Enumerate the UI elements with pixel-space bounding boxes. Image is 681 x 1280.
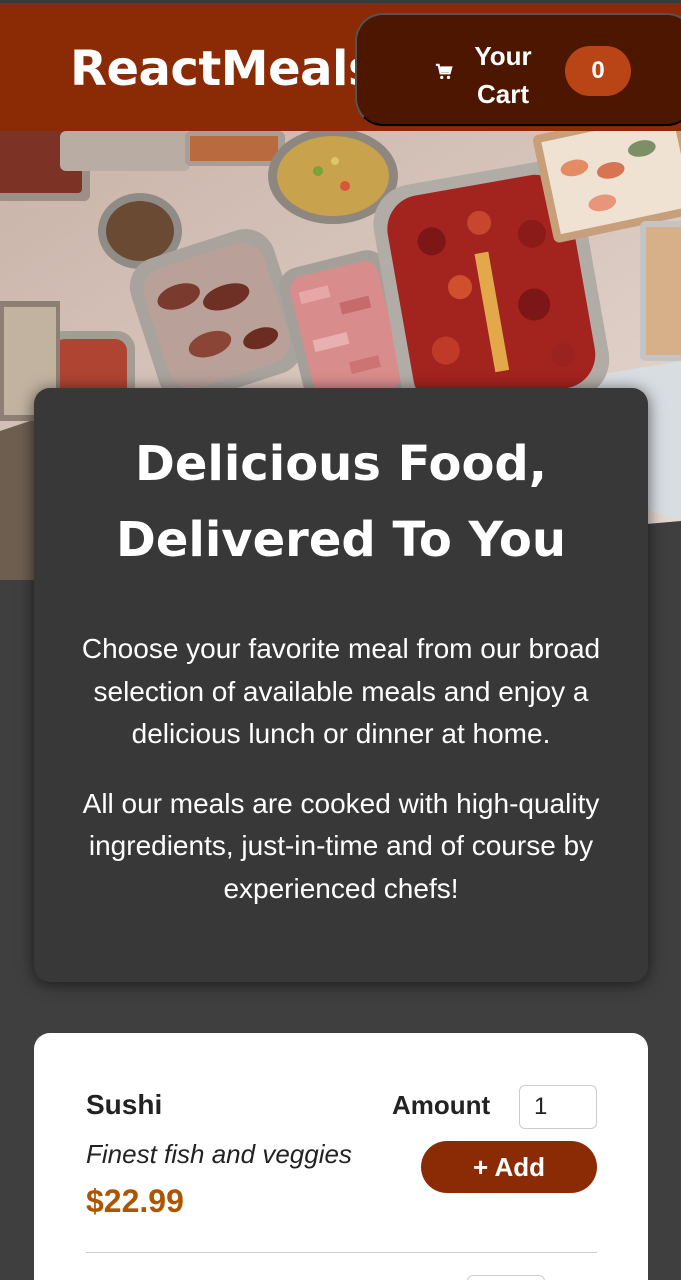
app-header: ReactMeals Your Cart 0 [0,0,681,131]
summary-paragraph-1: Choose your favorite meal from our broad… [81,633,601,749]
meals-card: Sushi Finest fish and veggies $22.99 Amo… [34,1033,648,1280]
summary-title: Delicious Food, Delivered To You [116,436,566,568]
cart-icon [435,63,453,80]
cart-label: Your Cart [474,41,532,109]
next-amount-input[interactable] [467,1275,545,1280]
summary-card: Delicious Food, Delivered To You Choose … [34,388,648,982]
meal-description: Finest fish and veggies [86,1139,352,1169]
amount-label: Amount [392,1090,491,1120]
amount-input[interactable] [519,1085,597,1129]
meal-name: Sushi [86,1089,163,1120]
cart-count-badge: 0 [565,46,631,96]
summary-paragraph-2: All our meals are cooked with high-quali… [82,787,600,904]
meal-price: $22.99 [86,1183,184,1219]
meal-item: Sushi Finest fish and veggies $22.99 Amo… [86,1033,597,1253]
brand-logo: ReactMeals [70,41,377,97]
cart-button[interactable]: Your Cart 0 [355,13,681,126]
add-to-cart-button[interactable]: + Add [421,1141,597,1193]
